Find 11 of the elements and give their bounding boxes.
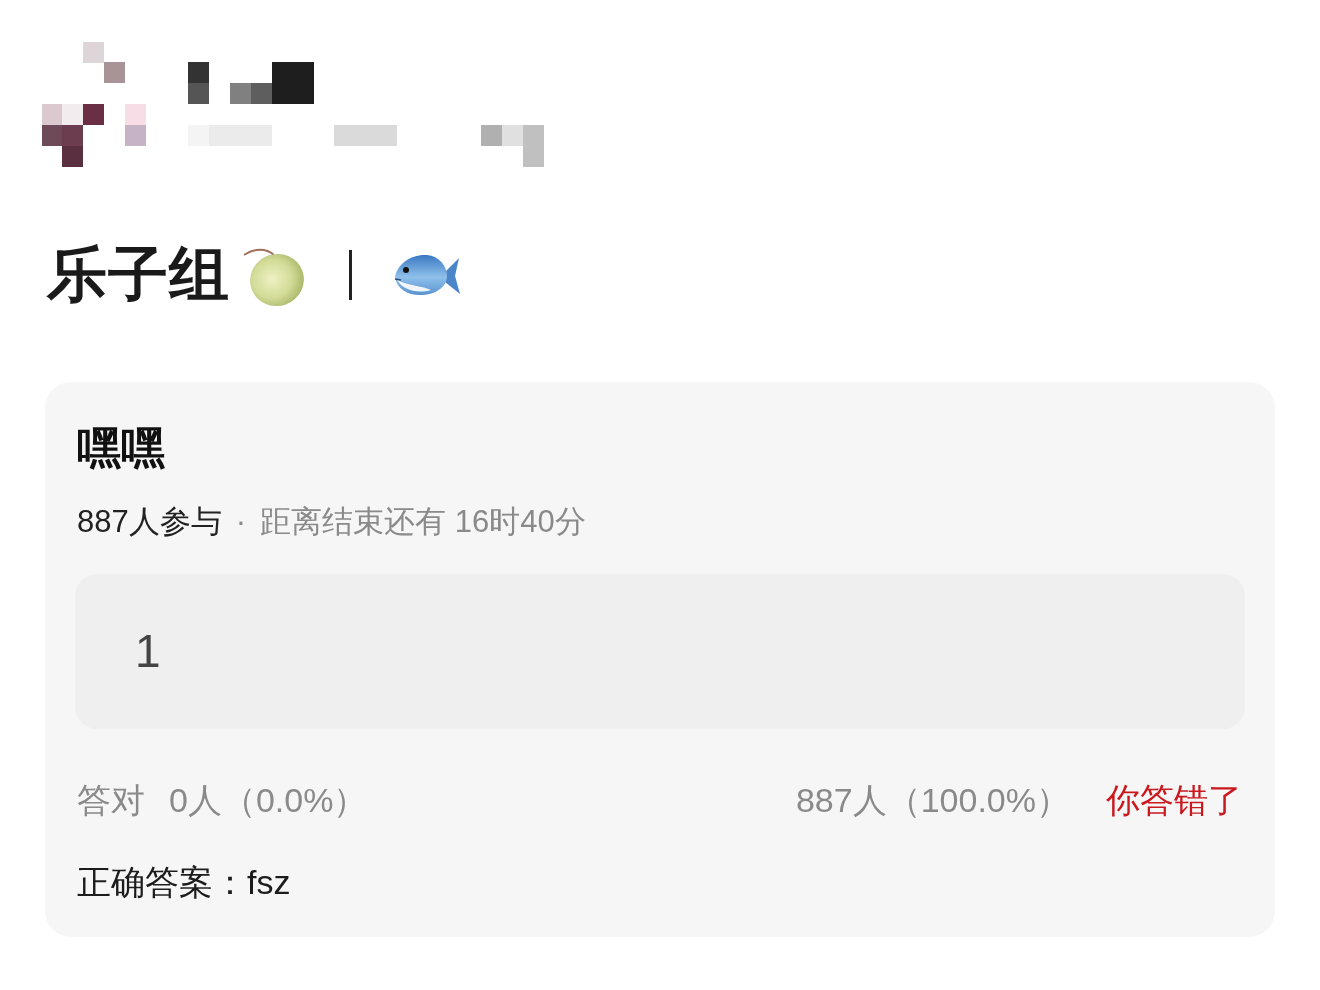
correct-label: 答对 <box>77 783 145 817</box>
verdict-text: 你答错了 <box>1106 783 1242 817</box>
wrong-count: 887人（100.0%） <box>795 783 1070 817</box>
quiz-title: 嘿嘿 <box>77 426 166 470</box>
correct-count: 0人（0.0%） <box>169 783 368 817</box>
separator-dot: · <box>235 506 247 537</box>
correct-answer: 正确答案：fsz <box>77 865 292 899</box>
group-title: 乐子组 <box>47 245 230 305</box>
answer-box: 1 <box>75 574 1245 729</box>
countdown-text: 距离结束还有 16时40分 <box>260 506 586 537</box>
participant-count: 887人参与 <box>77 506 222 537</box>
